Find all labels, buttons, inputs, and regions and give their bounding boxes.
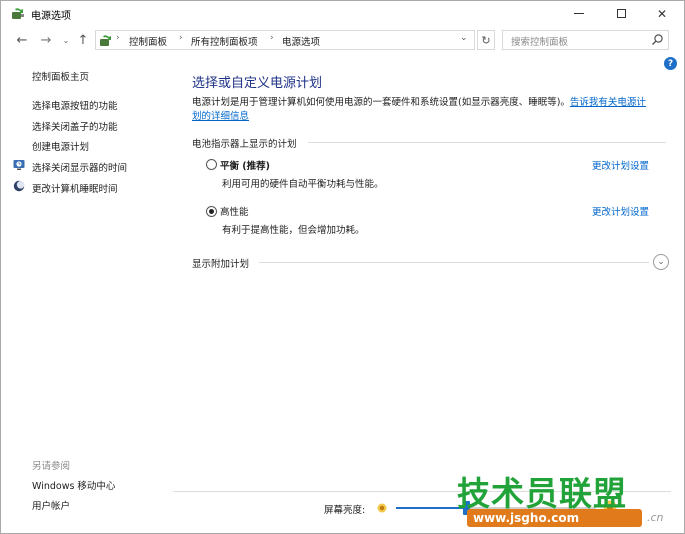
breadcrumb-all-items[interactable]: 所有控制面板项 <box>191 34 258 48</box>
close-button[interactable]: ✕ <box>644 1 680 26</box>
plan-high-performance-change-settings-link[interactable]: 更改计划设置 <box>592 204 649 218</box>
sidebar-item-create-plan[interactable]: 创建电源计划 <box>32 139 89 153</box>
see-also-mobility-center[interactable]: Windows 移动中心 <box>32 478 115 492</box>
arrow-right-icon: → <box>40 32 52 48</box>
address-bar[interactable]: › 控制面板 › 所有控制面板项 › 电源选项 ⌄ <box>95 30 475 50</box>
breadcrumb-control-panel[interactable]: 控制面板 <box>129 34 167 48</box>
search-icon[interactable] <box>651 33 664 46</box>
additional-plans-heading[interactable]: 显示附加计划 <box>192 256 249 270</box>
forward-button[interactable]: → <box>37 31 55 49</box>
window-title: 电源选项 <box>31 11 71 22</box>
display-clock-icon <box>13 160 25 170</box>
control-panel-home-link[interactable]: 控制面板主页 <box>32 69 89 83</box>
sidebar-item-power-button[interactable]: 选择电源按钮的功能 <box>32 98 118 112</box>
plan-balanced-radio[interactable] <box>206 159 217 170</box>
arrow-up-icon: ↑ <box>77 32 89 48</box>
learn-more-link-continued[interactable]: 划的详细信息 <box>192 111 249 122</box>
maximize-icon <box>616 9 626 18</box>
power-options-icon <box>12 8 24 19</box>
watermark-url: www.jsgho.com <box>467 509 642 527</box>
brightness-slider-fill <box>396 507 466 509</box>
section-divider <box>308 142 666 143</box>
moon-icon <box>13 180 25 192</box>
navigation-bar: ← → ⌄ ↑ › 控制面板 › 所有控制面板项 › 电源选项 ⌄ ↻ 搜索控制… <box>1 27 684 53</box>
page-title: 选择或自定义电源计划 <box>192 76 323 91</box>
section-divider <box>259 262 649 263</box>
arrow-left-icon: ← <box>16 32 28 48</box>
refresh-button[interactable]: ↻ <box>477 30 495 50</box>
see-also-heading: 另请参阅 <box>32 461 71 472</box>
plan-balanced-change-settings-link[interactable]: 更改计划设置 <box>592 158 649 172</box>
sidebar-item-display-off[interactable]: 选择关闭显示器的时间 <box>32 160 127 174</box>
control-panel-icon <box>100 35 111 46</box>
up-button[interactable]: ↑ <box>75 31 91 49</box>
watermark-suffix: .cn <box>647 511 664 524</box>
breadcrumb-separator: › <box>270 33 274 43</box>
minimize-button[interactable] <box>561 1 597 26</box>
plan-high-performance-name[interactable]: 高性能 <box>220 204 249 218</box>
learn-more-link[interactable]: 告诉我有关电源计 <box>570 97 646 108</box>
address-dropdown-icon[interactable]: ⌄ <box>460 33 468 43</box>
power-options-window: 电源选项 ✕ ← → ⌄ ↑ › 控制面板 › 所有控制面板项 › 电源选项 ⌄… <box>0 0 685 534</box>
help-button[interactable]: ? <box>664 57 677 70</box>
back-button[interactable]: ← <box>13 31 31 49</box>
left-panel: 控制面板主页 选择电源按钮的功能 选择关闭盖子的功能 创建电源计划 选择关闭显示… <box>1 57 171 534</box>
chevron-down-icon: ⌄ <box>657 257 665 267</box>
expand-additional-plans-button[interactable]: ⌄ <box>653 254 669 270</box>
watermark-logo-text: 技术员联盟 <box>457 474 627 513</box>
search-placeholder: 搜索控制面板 <box>511 37 569 48</box>
sidebar-item-sleep-time[interactable]: 更改计算机睡眠时间 <box>32 181 118 195</box>
sidebar-item-close-lid[interactable]: 选择关闭盖子的功能 <box>32 119 118 133</box>
see-also-user-accounts[interactable]: 用户帐户 <box>32 498 70 512</box>
plan-high-performance-description: 有利于提高性能，但会增加功耗。 <box>222 225 365 236</box>
brightness-label: 屏幕亮度: <box>324 505 366 516</box>
plan-high-performance-radio[interactable] <box>206 206 217 217</box>
maximize-button[interactable] <box>603 1 639 26</box>
battery-plans-heading: 电池指示器上显示的计划 <box>192 139 297 150</box>
chevron-down-icon: ⌄ <box>62 35 70 45</box>
breadcrumb-separator: › <box>179 33 183 43</box>
plan-balanced-name[interactable]: 平衡 (推荐) <box>220 158 270 172</box>
help-icon: ? <box>667 58 674 69</box>
breadcrumb-separator: › <box>116 33 120 43</box>
breadcrumb-power-options[interactable]: 电源选项 <box>282 34 320 48</box>
close-icon: ✕ <box>656 6 668 21</box>
brightness-low-icon <box>377 503 387 513</box>
refresh-icon: ↻ <box>481 33 491 47</box>
description-text: 电源计划是用于管理计算机如何使用电源的一套硬件和系统设置(如显示器亮度、睡眠等)… <box>192 97 570 108</box>
title-bar: 电源选项 ✕ <box>1 1 684 26</box>
search-box[interactable]: 搜索控制面板 <box>502 30 669 50</box>
plan-balanced-description: 利用可用的硬件自动平衡功耗与性能。 <box>222 179 384 190</box>
minimize-icon <box>574 13 584 14</box>
page-description: 电源计划是用于管理计算机如何使用电源的一套硬件和系统设置(如显示器亮度、睡眠等)… <box>192 96 672 124</box>
recent-locations-button[interactable]: ⌄ <box>61 31 71 49</box>
